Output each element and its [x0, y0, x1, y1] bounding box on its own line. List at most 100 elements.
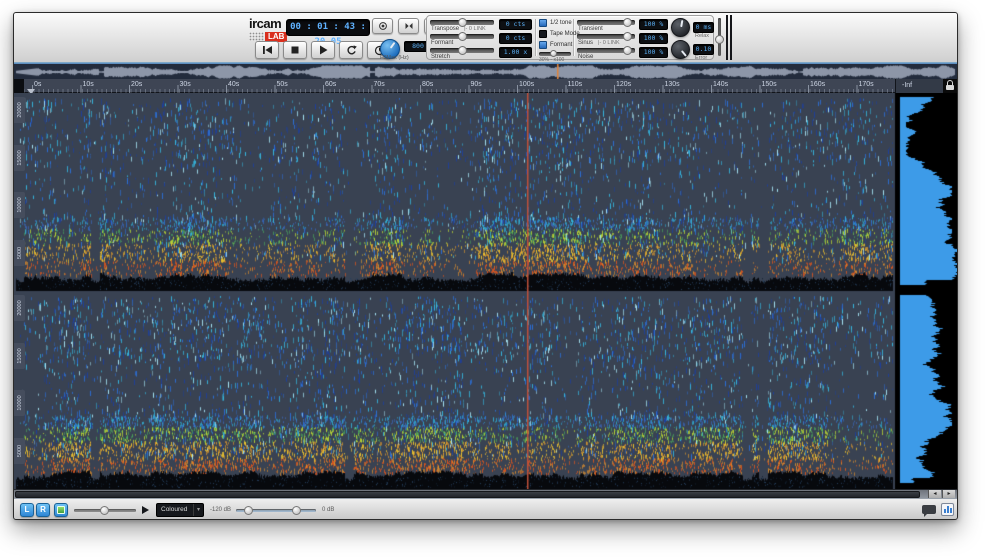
- freq-axis-label: 20000: [17, 295, 23, 321]
- db-range-slider[interactable]: [236, 509, 316, 512]
- play-button[interactable]: [311, 41, 335, 59]
- monitor-icon: [404, 21, 414, 31]
- checkbox-icon[interactable]: [539, 19, 547, 27]
- checkbox-formant[interactable]: Formant: [539, 41, 572, 49]
- scrollbar-thumb[interactable]: [15, 491, 920, 498]
- transpose-slider[interactable]: [430, 20, 494, 25]
- record-button[interactable]: [372, 18, 393, 34]
- formant-value[interactable]: 0 cts: [499, 33, 532, 44]
- ruler-corner-box: [14, 79, 24, 93]
- relax-knob-indicator: [680, 20, 683, 27]
- db-range-high-handle[interactable]: [292, 506, 301, 515]
- transient-slider[interactable]: [577, 20, 635, 25]
- left-channel-button[interactable]: L: [20, 503, 34, 517]
- transient-value[interactable]: 100 %: [639, 19, 668, 30]
- loop-button[interactable]: [339, 41, 363, 59]
- freq-axis-tab: 20000: [14, 97, 25, 123]
- relax-knob[interactable]: [671, 18, 690, 37]
- zoom-slider[interactable]: [74, 509, 136, 512]
- noise-value[interactable]: 100 %: [639, 47, 668, 58]
- sinus-slider-handle[interactable]: [623, 32, 632, 41]
- freq-axis-tab: 15000: [14, 343, 25, 369]
- zoom-slider-handle[interactable]: [100, 506, 109, 515]
- checkbox-label: Formant: [550, 42, 572, 48]
- loop-icon: [346, 45, 357, 56]
- transpose-value[interactable]: 0 cts: [499, 19, 532, 30]
- checkbox-tape-mode[interactable]: Tape Mode: [539, 30, 580, 38]
- ruler-label: 80s: [422, 81, 433, 88]
- error-knob[interactable]: [671, 40, 690, 59]
- chevron-down-icon: ▾: [193, 504, 203, 516]
- time-ruler[interactable]: 0s10s20s30s40s50s60s70s80s90s100s110s120…: [14, 79, 957, 93]
- skip-to-start-button[interactable]: [255, 41, 279, 59]
- formant-slider-handle[interactable]: [458, 32, 467, 41]
- transpose-label: Transpose: [431, 26, 459, 32]
- lock-button[interactable]: [943, 79, 957, 93]
- toolbar-vertical-slider-handle[interactable]: [715, 35, 724, 44]
- mini-slider-handle[interactable]: [550, 50, 557, 57]
- formant-slider[interactable]: [430, 34, 494, 39]
- spectrogram-view[interactable]: 20000 15000 10000 5000 20000 15000 10000 5000: [14, 93, 957, 489]
- spectrogram-image-button[interactable]: [54, 503, 68, 517]
- skip-to-start-icon: [262, 45, 273, 55]
- toolbar-divider-line: [730, 15, 732, 60]
- checkbox-icon[interactable]: [539, 41, 547, 49]
- freq-axis-label: 20000: [17, 97, 23, 123]
- time-ruler-scale[interactable]: 0s10s20s30s40s50s60s70s80s90s100s110s120…: [14, 79, 895, 93]
- ruler-label: 40s: [228, 81, 239, 88]
- stretch-slider-handle[interactable]: [458, 46, 467, 55]
- freq-axis-tab: 5000: [14, 240, 25, 266]
- db-min-label: -120 dB: [210, 507, 231, 513]
- freq-axis-label: 15000: [17, 145, 23, 171]
- right-channel-button[interactable]: R: [36, 503, 50, 517]
- relax-value[interactable]: 0 ms: [693, 22, 714, 33]
- ruler-label: 150s: [762, 81, 777, 88]
- freq-axis-label: 15000: [17, 343, 23, 369]
- ruler-label: 0s: [34, 81, 41, 88]
- freq-axis-tab: 5000: [14, 438, 25, 464]
- formant-range-mini-slider[interactable]: [539, 52, 571, 56]
- toolbar-divider-line: [726, 15, 728, 60]
- transient-label: Transient: [578, 26, 603, 32]
- stop-button[interactable]: [283, 41, 307, 59]
- checkbox-label: Tape Mode: [550, 31, 580, 37]
- record-icon: [378, 21, 388, 31]
- ruler-label: 160s: [810, 81, 825, 88]
- stretch-label: Stretch: [431, 54, 450, 60]
- sinus-value[interactable]: 100 %: [639, 33, 668, 44]
- checkbox-1-2-tone[interactable]: 1/2 tone: [539, 19, 572, 27]
- freq-axis-tab: 10000: [14, 390, 25, 416]
- ruler-label: 20s: [131, 81, 142, 88]
- spectrogram-canvas[interactable]: [14, 93, 957, 489]
- zoom-arrow-icon[interactable]: [142, 506, 149, 514]
- transient-slider-handle[interactable]: [623, 18, 632, 27]
- ruler-label: 90s: [471, 81, 482, 88]
- freq-axis-label: 10000: [17, 192, 23, 218]
- stretch-slider[interactable]: [430, 48, 494, 53]
- ruler-label: 50s: [277, 81, 288, 88]
- sinus-link-label: |- 0 LINK: [598, 40, 620, 46]
- f0max-knob-indicator: [390, 42, 396, 49]
- comment-bubble-icon[interactable]: [922, 505, 936, 514]
- ruler-label: 110s: [568, 81, 583, 88]
- noise-slider[interactable]: [577, 48, 635, 53]
- color-mode-dropdown[interactable]: Coloured ▾: [156, 503, 204, 517]
- play-icon: [318, 45, 328, 55]
- monitor-button[interactable]: [398, 18, 419, 34]
- overview-waveform-strip[interactable]: [14, 63, 957, 79]
- stretch-value[interactable]: 1.00 x: [499, 47, 532, 58]
- chart-view-button[interactable]: [941, 503, 954, 516]
- noise-slider-handle[interactable]: [623, 46, 632, 55]
- overview-waveform-canvas[interactable]: [14, 64, 957, 79]
- noise-label: Noise: [578, 54, 593, 60]
- checkbox-label: 1/2 tone: [550, 20, 572, 26]
- toolbar-vertical-slider[interactable]: [718, 18, 721, 56]
- db-range-low-handle[interactable]: [244, 506, 253, 515]
- error-value[interactable]: 0.10: [693, 44, 714, 55]
- timecode-display: 00 : 01 : 43 : 20.05: [286, 19, 370, 36]
- error-label: Error: [695, 55, 707, 61]
- freq-axis-tab: 15000: [14, 145, 25, 171]
- horizontal-scrollbar[interactable]: ◂ ▸: [14, 489, 957, 498]
- checkbox-icon[interactable]: [539, 30, 547, 38]
- sinus-slider[interactable]: [577, 34, 635, 39]
